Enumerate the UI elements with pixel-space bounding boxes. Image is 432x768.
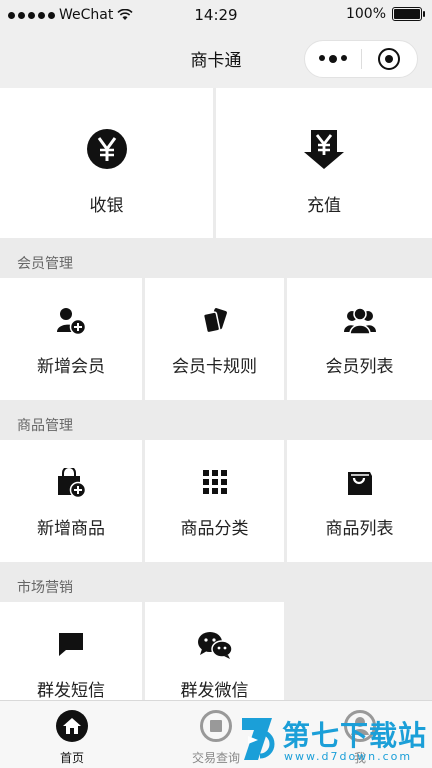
target-icon bbox=[378, 48, 401, 70]
menu-goods-category[interactable]: 商品分类 bbox=[145, 440, 284, 562]
section-title-member: 会员管理 bbox=[17, 256, 73, 272]
status-right: 100% bbox=[345, 6, 425, 22]
section-title-goods: 商品管理 bbox=[17, 418, 73, 434]
menu-member-list[interactable]: 会员列表 bbox=[287, 278, 432, 400]
menu-label: 会员卡规则 bbox=[172, 357, 257, 377]
yen-download-icon bbox=[216, 128, 432, 170]
add-bag-icon bbox=[0, 468, 142, 498]
section-title-marketing: 市场营销 bbox=[17, 580, 73, 596]
menu-label: 新增会员 bbox=[37, 357, 105, 377]
menu-label: 商品分类 bbox=[180, 519, 249, 539]
menu-goods-list[interactable]: 商品列表 bbox=[287, 440, 432, 562]
message-icon bbox=[0, 630, 142, 658]
nav-bar: 商卡通 bbox=[0, 32, 432, 88]
main-action-cashier[interactable]: 收银 bbox=[0, 88, 213, 238]
menu-mass-wechat[interactable]: 群发微信 bbox=[145, 602, 284, 701]
d7-logo-icon bbox=[242, 718, 275, 760]
miniprogram-capsule bbox=[304, 40, 418, 78]
status-bar: WeChat 14:29 100% bbox=[0, 0, 432, 32]
yen-circle-icon bbox=[0, 128, 213, 170]
grid-icon bbox=[145, 468, 284, 496]
bag-list-icon bbox=[287, 468, 432, 498]
main-action-recharge[interactable]: 充值 bbox=[216, 88, 432, 238]
tab-home[interactable]: 首页 bbox=[0, 701, 144, 768]
menu-mass-sms[interactable]: 群发短信 bbox=[0, 602, 142, 701]
add-user-icon bbox=[0, 306, 142, 336]
menu-label: 新增商品 bbox=[37, 519, 105, 539]
users-icon bbox=[287, 306, 432, 336]
menu-add-member[interactable]: 新增会员 bbox=[0, 278, 142, 400]
home-icon bbox=[0, 709, 144, 743]
watermark-title: 第七下载站 bbox=[282, 719, 428, 752]
battery-percent: 100% bbox=[345, 6, 386, 22]
tab-label: 首页 bbox=[59, 751, 84, 765]
menu-card-rules[interactable]: 会员卡规则 bbox=[145, 278, 284, 400]
battery-icon bbox=[392, 7, 425, 21]
menu-add-goods[interactable]: 新增商品 bbox=[0, 440, 142, 562]
cards-icon bbox=[145, 306, 284, 336]
menu-label: 群发短信 bbox=[37, 681, 105, 701]
close-button[interactable] bbox=[362, 48, 417, 70]
main-action-label: 充值 bbox=[307, 196, 341, 216]
menu-label: 群发微信 bbox=[180, 681, 249, 701]
main-action-label: 收银 bbox=[89, 196, 124, 216]
site-watermark: 第七下载站 www.d7down.com bbox=[238, 714, 428, 766]
more-button[interactable] bbox=[305, 55, 361, 63]
menu-label: 会员列表 bbox=[325, 357, 394, 377]
menu-label: 商品列表 bbox=[325, 519, 394, 539]
watermark-url: www.d7down.com bbox=[284, 750, 413, 763]
wechat-icon bbox=[145, 630, 284, 660]
